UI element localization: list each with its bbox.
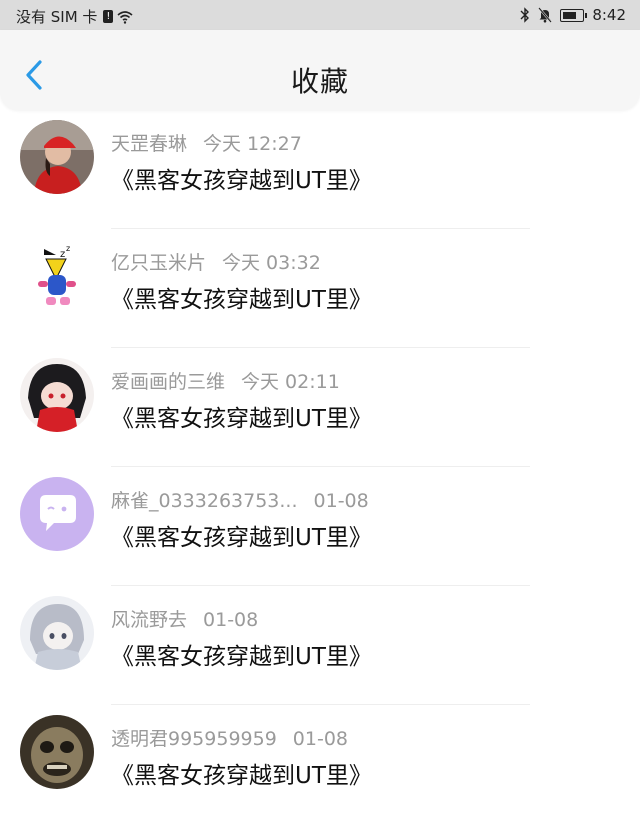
avatar[interactable] <box>20 120 94 194</box>
item-title[interactable]: 《黑客女孩穿越到UT里》 <box>111 161 372 195</box>
item-title[interactable]: 《黑客女孩穿越到UT里》 <box>111 756 372 790</box>
list-item[interactable]: z z 亿只玉米片 今天 03:32 《黑客女孩穿越到UT里》 <box>0 229 640 348</box>
item-meta: 天罡春琳 今天 12:27 <box>111 129 302 156</box>
avatar[interactable] <box>20 358 94 432</box>
item-title[interactable]: 《黑客女孩穿越到UT里》 <box>111 637 372 671</box>
item-meta: 透明君995959959 01-08 <box>111 724 348 751</box>
list-item[interactable]: 风流野去 01-08 《黑客女孩穿越到UT里》 <box>0 586 640 705</box>
username[interactable]: 透明君995959959 <box>111 728 277 750</box>
username[interactable]: 爱画画的三维 <box>111 371 225 393</box>
avatar[interactable]: z z <box>20 239 94 313</box>
item-meta: 风流野去 01-08 <box>111 605 258 632</box>
item-title[interactable]: 《黑客女孩穿越到UT里》 <box>111 399 372 433</box>
avatar-default-chat-icon <box>20 477 94 551</box>
status-left: 没有 SIM 卡 ! <box>16 6 133 27</box>
item-meta: 麻雀_0333263753... 01-08 <box>111 486 369 513</box>
sim-alert-icon: ! <box>103 10 114 23</box>
avatar-anime-gray-icon <box>20 596 94 670</box>
timestamp: 今天 03:32 <box>222 252 321 274</box>
list-item[interactable]: 麻雀_0333263753... 01-08 《黑客女孩穿越到UT里》 <box>0 467 640 586</box>
clock-text: 8:42 <box>592 6 626 24</box>
username[interactable]: 风流野去 <box>111 609 187 631</box>
avatar-dark-face-icon <box>20 715 94 789</box>
avatar[interactable] <box>20 596 94 670</box>
list-item[interactable]: 天罡春琳 今天 12:27 《黑客女孩穿越到UT里》 <box>0 110 640 229</box>
username[interactable]: 亿只玉米片 <box>111 252 206 274</box>
item-meta: 亿只玉米片 今天 03:32 <box>111 248 321 275</box>
item-meta: 爱画画的三维 今天 02:11 <box>111 367 340 394</box>
favorites-list: 天罡春琳 今天 12:27 《黑客女孩穿越到UT里》 z z 亿只玉米片 今天 03… <box>0 110 640 824</box>
page-title: 收藏 <box>290 65 349 98</box>
mute-bell-icon <box>538 7 553 23</box>
svg-text:z: z <box>66 244 70 253</box>
username[interactable]: 麻雀_0333263753... <box>111 490 298 512</box>
avatar-anime-red-icon <box>20 358 94 432</box>
wifi-icon <box>117 10 133 24</box>
status-right: 8:42 <box>520 6 626 24</box>
avatar-red-cap-icon <box>20 120 94 194</box>
timestamp: 01-08 <box>313 490 369 512</box>
list-item[interactable]: 爱画画的三维 今天 02:11 《黑客女孩穿越到UT里》 <box>0 348 640 467</box>
list-item[interactable]: 透明君995959959 01-08 《黑客女孩穿越到UT里》 <box>0 705 640 824</box>
item-title[interactable]: 《黑客女孩穿越到UT里》 <box>111 518 372 552</box>
avatar[interactable] <box>20 477 94 551</box>
timestamp: 今天 02:11 <box>241 371 340 393</box>
header-bar: 收藏 <box>0 30 640 110</box>
timestamp: 01-08 <box>292 728 349 750</box>
username[interactable]: 天罡春琳 <box>111 133 187 155</box>
timestamp: 今天 12:27 <box>203 133 302 155</box>
item-title[interactable]: 《黑客女孩穿越到UT里》 <box>111 280 372 314</box>
svg-text:z: z <box>60 249 65 260</box>
battery-icon <box>560 8 588 22</box>
status-bar: 没有 SIM 卡 ! 8:42 <box>0 0 640 30</box>
carrier-text: 没有 SIM 卡 <box>16 8 98 26</box>
timestamp: 01-08 <box>203 609 259 631</box>
bluetooth-icon <box>520 7 530 23</box>
avatar[interactable] <box>20 715 94 789</box>
avatar-cartoon-sleepy-icon: z z <box>20 239 94 313</box>
